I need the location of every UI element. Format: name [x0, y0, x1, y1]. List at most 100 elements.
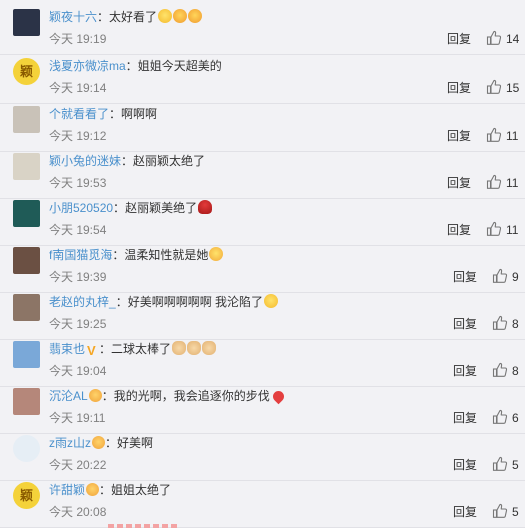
- thumbs-up-icon[interactable]: [492, 456, 508, 472]
- avatar[interactable]: [13, 106, 40, 133]
- username-link[interactable]: 沉沦AL: [49, 389, 88, 403]
- thumbs-up-icon[interactable]: [486, 221, 502, 237]
- fan-badge-icon: [88, 389, 102, 402]
- comment-line: 颖小兔的迷妹：赵丽颖太绝了: [49, 153, 205, 169]
- avatar-glyph: 颖: [19, 64, 33, 79]
- username-link[interactable]: 颖小兔的迷妹: [49, 154, 121, 168]
- comment-line: 许甜颖 ：姐姐太绝了: [49, 482, 171, 498]
- thumbs-up-icon[interactable]: [492, 268, 508, 284]
- avatar[interactable]: [13, 341, 40, 368]
- thumbs-up-icon[interactable]: [486, 30, 502, 46]
- fan-badge-icon: [86, 483, 100, 496]
- comment-text: 赵丽颖美绝了: [125, 201, 198, 215]
- fan-badge-icon: [92, 436, 106, 449]
- separator: ：: [101, 389, 114, 403]
- username-link[interactable]: 翡束也: [49, 342, 85, 356]
- reply-button[interactable]: 回复: [453, 364, 477, 378]
- username-link[interactable]: 颖夜十六: [49, 10, 97, 24]
- like-count: 5: [512, 458, 519, 472]
- separator: ：: [99, 483, 112, 497]
- like-count: 15: [506, 81, 520, 95]
- reply-button[interactable]: 回复: [453, 317, 477, 331]
- separator: ：: [105, 436, 118, 450]
- comment-line: 翡束也 V ：二球太棒了: [49, 341, 217, 358]
- separator: ：: [113, 201, 126, 215]
- comment-time: 今天 19:12: [49, 129, 107, 143]
- username-link[interactable]: f南国猫觅海: [49, 248, 112, 262]
- separator: ：: [115, 295, 128, 309]
- reply-button[interactable]: 回复: [447, 32, 471, 46]
- comment-line: f南国猫觅海：温柔知性就是她: [49, 247, 224, 263]
- comment-row: 颖 许甜颖 ：姐姐太绝了 今天 20:08 回复 5: [0, 482, 525, 528]
- verified-badge-icon: V: [87, 343, 96, 358]
- reply-button[interactable]: 回复: [447, 81, 471, 95]
- separator: ：: [97, 10, 110, 24]
- avatar[interactable]: [13, 9, 40, 36]
- avatar[interactable]: 颖: [13, 58, 40, 85]
- emoji-icon: [264, 294, 279, 308]
- thumbs-up-icon[interactable]: [486, 79, 502, 95]
- username-link[interactable]: 浅夏亦微凉ma: [49, 59, 126, 73]
- username-link[interactable]: z雨z山z: [49, 436, 91, 450]
- emoji-icon: [198, 200, 213, 214]
- emoji-icon: [209, 247, 224, 261]
- avatar[interactable]: [13, 294, 40, 321]
- comment-text: 赵丽颖太绝了: [133, 154, 206, 168]
- comment-line: 小朋520520：赵丽颖美绝了: [49, 200, 213, 216]
- like-count: 11: [506, 176, 519, 190]
- separator: ：: [112, 248, 125, 262]
- comment-line: 颖夜十六：太好看了: [49, 9, 203, 25]
- comment-text: 好美啊啊啊啊啊 我沦陷了: [127, 295, 264, 309]
- thumbs-up-icon[interactable]: [492, 315, 508, 331]
- comment-time: 今天 19:54: [49, 223, 107, 237]
- comment-time: 今天 19:04: [49, 364, 107, 378]
- like-count: 6: [512, 411, 519, 425]
- avatar[interactable]: 颖: [13, 482, 40, 509]
- comment-text: 姐姐太绝了: [111, 483, 172, 497]
- comment-row: 小朋520520：赵丽颖美绝了 今天 19:54 回复 11: [0, 200, 525, 246]
- like-count: 9: [512, 270, 519, 284]
- reply-button[interactable]: 回复: [447, 223, 471, 237]
- comment-text: 好美啊: [117, 436, 154, 450]
- reply-button[interactable]: 回复: [447, 176, 471, 190]
- comment-time: 今天 20:22: [49, 458, 107, 472]
- username-link[interactable]: 许甜颖: [49, 483, 85, 497]
- comment-text: 啊啊啊: [121, 107, 158, 121]
- comment-time: 今天 19:53: [49, 176, 107, 190]
- emoji-icon: [173, 9, 188, 23]
- reply-button[interactable]: 回复: [453, 458, 477, 472]
- avatar[interactable]: [13, 153, 40, 180]
- avatar[interactable]: [13, 435, 40, 462]
- comment-time: 今天 19:39: [49, 270, 107, 284]
- comment-row: 翡束也 V ：二球太棒了 今天 19:04 回复 8: [0, 341, 525, 387]
- thumbs-up-icon[interactable]: [492, 409, 508, 425]
- thumbs-up-icon[interactable]: [486, 127, 502, 143]
- comment-line: 个就看看了：啊啊啊: [49, 106, 157, 122]
- avatar[interactable]: [13, 247, 40, 274]
- emoji-icon: [188, 9, 203, 23]
- thumbs-up-icon[interactable]: [492, 362, 508, 378]
- username-link[interactable]: 老赵的丸梓_: [49, 295, 116, 309]
- avatar[interactable]: [13, 388, 40, 415]
- comment-row: 沉沦AL ：我的光啊，我会追逐你的步伐 今天 19:11 回复 6: [0, 388, 525, 434]
- comment-text: 我的光啊，我会追逐你的步伐: [113, 389, 270, 403]
- thumbs-up-icon[interactable]: [486, 174, 502, 190]
- emoji-icon: [202, 341, 217, 355]
- username-link[interactable]: 小朋520520: [49, 201, 113, 215]
- comment-time: 今天 19:25: [49, 317, 107, 331]
- username-link[interactable]: 个就看看了: [49, 107, 109, 121]
- comment-row: 颖 浅夏亦微凉ma：姐姐今天超美的 今天 19:14 回复 15: [0, 58, 525, 104]
- reply-button[interactable]: 回复: [447, 129, 471, 143]
- comment-time: 今天 20:08: [49, 505, 107, 519]
- reply-button[interactable]: 回复: [453, 411, 477, 425]
- like-count: 8: [512, 364, 519, 378]
- thumbs-up-icon[interactable]: [492, 503, 508, 519]
- reply-button[interactable]: 回复: [453, 505, 477, 519]
- avatar[interactable]: [13, 200, 40, 227]
- comment-row: z雨z山z ：好美啊 今天 20:22 回复 5: [0, 435, 525, 481]
- comment-time: 今天 19:19: [49, 32, 107, 46]
- avatar-glyph: 颖: [19, 488, 33, 503]
- reply-button[interactable]: 回复: [453, 270, 477, 284]
- comment-row: f南国猫觅海：温柔知性就是她 今天 19:39 回复 9: [0, 247, 525, 293]
- comment-row: 老赵的丸梓_：好美啊啊啊啊啊 我沦陷了 今天 19:25 回复 8: [0, 294, 525, 340]
